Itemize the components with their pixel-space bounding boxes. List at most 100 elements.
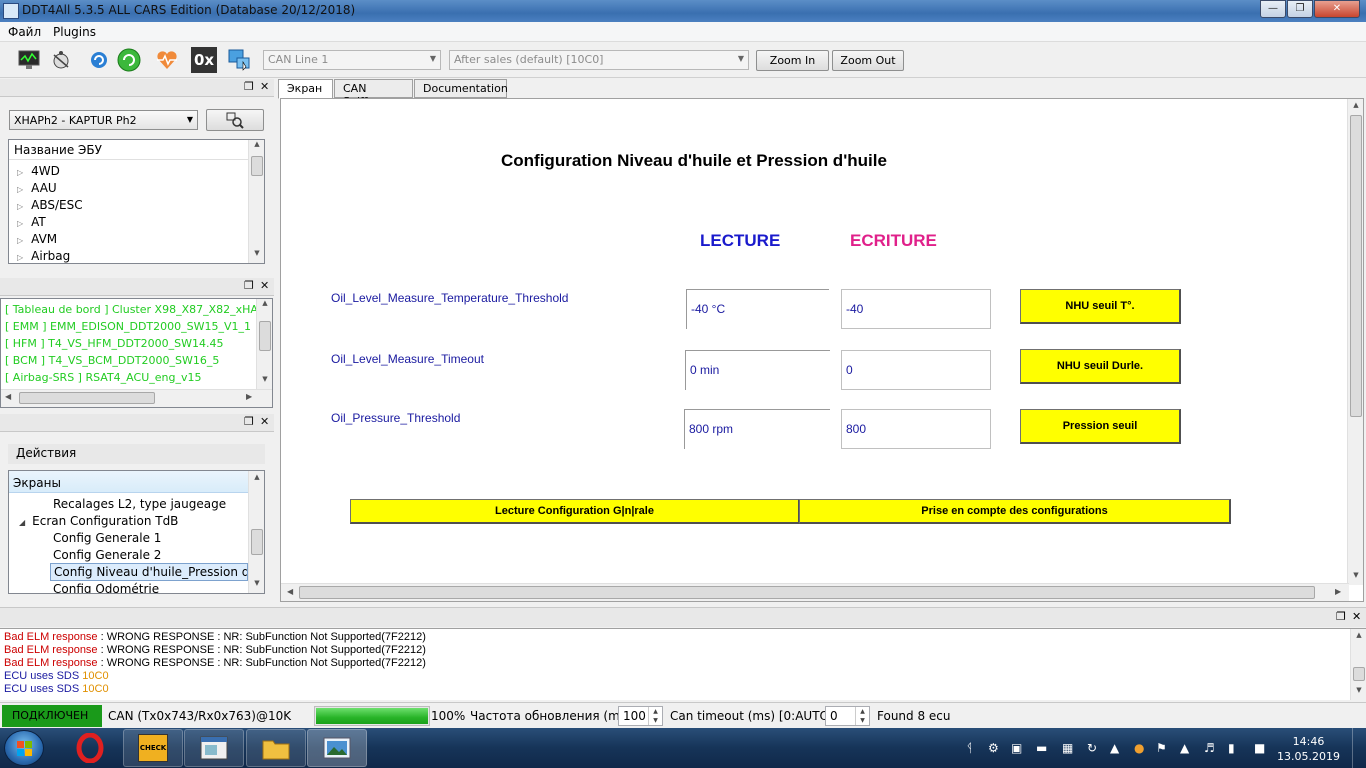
zoom-in-button[interactable]: Zoom In — [756, 50, 829, 71]
can-line-select[interactable]: CAN Line 1 ▼ — [263, 50, 441, 70]
list-item[interactable]: [ Tableau de bord ] Cluster X98_X87_X82_… — [5, 303, 272, 316]
nhu-seuil-duree-button[interactable]: NHU seuil Durle. — [1020, 349, 1181, 384]
close-icon[interactable]: ✕ — [260, 415, 269, 428]
bluetooth-icon[interactable]: ᛩ — [966, 741, 973, 755]
scroll-up-icon[interactable]: ▲ — [257, 299, 272, 313]
tree-item-airbag[interactable]: ▷ Airbag — [17, 249, 70, 263]
tray-app-icon[interactable]: ⚙ — [988, 741, 999, 755]
minimize-button[interactable]: — — [1260, 0, 1286, 18]
undock-icon[interactable]: ❐ — [244, 80, 254, 93]
scroll-thumb[interactable] — [251, 529, 263, 555]
scroll-thumb[interactable] — [19, 392, 155, 404]
tree-item-ecran-config[interactable]: ◢ Ecran Configuration TdB — [19, 514, 178, 528]
write-input[interactable]: 0 — [841, 350, 991, 390]
start-button[interactable] — [4, 730, 44, 766]
tab-screen[interactable]: Экран — [278, 79, 333, 99]
session-select[interactable]: After sales (default) [10C0] ▼ — [449, 50, 749, 70]
tree-item-config-niveau[interactable]: Config Niveau d'huile_Pression d'... — [50, 563, 248, 581]
list-item[interactable]: [ EMM ] EMM_EDISON_DDT2000_SW15_V1_1 — [5, 320, 251, 333]
log-scrollbar[interactable]: ▲ ▼ — [1350, 629, 1366, 700]
menu-file[interactable]: Файл — [8, 25, 41, 39]
nhu-seuil-temp-button[interactable]: NHU seuil T°. — [1020, 289, 1181, 324]
scroll-up-icon[interactable]: ▲ — [249, 473, 264, 487]
tray-monitor-icon[interactable]: ▣ — [1011, 741, 1022, 755]
connect-icon[interactable] — [116, 47, 142, 73]
refresh-stepper[interactable]: 100 ▲ ▼ — [618, 706, 663, 726]
scroll-up-icon[interactable]: ▲ — [1351, 631, 1366, 645]
scroll-down-icon[interactable]: ▼ — [249, 249, 264, 263]
refresh-icon[interactable] — [86, 47, 112, 73]
bug-icon[interactable] — [48, 47, 74, 73]
tree-item-config-odometrie[interactable]: Config Odométrie — [53, 582, 159, 593]
taskbar-explorer[interactable] — [246, 729, 306, 767]
timeout-stepper[interactable]: 0 ▲ ▼ — [825, 706, 870, 726]
taskbar-app[interactable] — [184, 729, 244, 767]
show-desktop-button[interactable] — [1352, 728, 1366, 768]
tree-item-config2[interactable]: Config Generale 2 — [53, 548, 161, 562]
undock-icon[interactable]: ❐ — [1336, 610, 1346, 623]
pression-seuil-button[interactable]: Pression seuil — [1020, 409, 1181, 444]
ecu-tree-scrollbar[interactable]: ▲ ▼ — [248, 140, 264, 263]
tree-item-recalages[interactable]: Recalages L2, type jaugeage — [53, 497, 226, 511]
clock[interactable]: 14:46 13.05.2019 — [1277, 734, 1340, 764]
lecture-config-button[interactable]: Lecture Configuration G|n|rale — [350, 499, 800, 524]
scroll-down-icon[interactable]: ▼ — [1348, 571, 1363, 585]
scroll-left-icon[interactable]: ◀ — [287, 587, 293, 596]
scroll-down-icon[interactable]: ▼ — [249, 579, 264, 593]
write-input[interactable]: 800 — [841, 409, 991, 449]
taskbar-ddt4all[interactable] — [307, 729, 367, 767]
scan-button[interactable] — [206, 109, 264, 131]
tree-item-config1[interactable]: Config Generale 1 — [53, 531, 161, 545]
power-icon[interactable]: ■ — [1254, 741, 1265, 755]
scroll-left-icon[interactable]: ◀ — [5, 392, 11, 401]
tray-orange-icon[interactable]: ● — [1134, 741, 1144, 755]
vehicle-select[interactable]: XHAPh2 - KAPTUR Ph2 ▼ — [9, 110, 198, 130]
tree-item-aau[interactable]: ▷ AAU — [17, 181, 57, 195]
tab-can-sniffer[interactable]: CAN Sniffer — [334, 79, 413, 108]
scroll-right-icon[interactable]: ▶ — [246, 392, 252, 401]
list-item[interactable]: [ Airbag-SRS ] RSAT4_ACU_eng_v15 — [5, 371, 201, 384]
close-icon[interactable]: ✕ — [1352, 610, 1361, 623]
scroll-thumb[interactable] — [251, 156, 263, 176]
tree-item-abs[interactable]: ▷ ABS/ESC — [17, 198, 83, 212]
scroll-thumb[interactable] — [259, 321, 271, 351]
collapse-icon[interactable]: ◢ — [19, 518, 25, 527]
close-icon[interactable]: ✕ — [260, 80, 269, 93]
menu-plugins[interactable]: Plugins — [53, 25, 96, 39]
flag-icon[interactable]: ⚑ — [1156, 741, 1167, 755]
tree-item-4wd[interactable]: ▷ 4WD — [17, 164, 60, 178]
list-item[interactable]: [ BCM ] T4_VS_BCM_DDT2000_SW16_5 — [5, 354, 219, 367]
close-icon[interactable]: ✕ — [260, 279, 269, 292]
volume-icon[interactable]: ♬ — [1204, 741, 1215, 755]
scroll-up-icon[interactable]: ▲ — [249, 140, 264, 154]
tree-item-avm[interactable]: ▷ AVM — [17, 232, 57, 246]
zoom-out-button[interactable]: Zoom Out — [832, 50, 904, 71]
tree-item-at[interactable]: ▷ AT — [17, 215, 46, 229]
scroll-down-icon[interactable]: ▼ — [257, 375, 272, 389]
found-ecu-scrollbar[interactable]: ▲ ▼ — [256, 299, 272, 389]
tab-documentation[interactable]: Documentation — [414, 79, 508, 98]
scroll-right-icon[interactable]: ▶ — [1335, 587, 1341, 596]
signal-icon[interactable]: ▲ — [1180, 741, 1189, 755]
screen-vscrollbar[interactable]: ▲ ▼ — [1347, 99, 1363, 585]
tray-network-icon[interactable]: ▦ — [1062, 741, 1073, 755]
heart-monitor-icon[interactable] — [154, 47, 180, 73]
monitor-icon[interactable] — [16, 47, 42, 73]
scroll-down-icon[interactable]: ▼ — [1351, 686, 1366, 700]
prise-compte-button[interactable]: Prise en compte des configurations — [799, 499, 1231, 524]
tray-shield-icon[interactable]: ▲ — [1110, 741, 1119, 755]
undock-icon[interactable]: ❐ — [244, 279, 254, 292]
write-input[interactable]: -40 — [841, 289, 991, 329]
hex-icon[interactable]: 0x — [191, 47, 217, 73]
screens-tree-scrollbar[interactable]: ▲ ▼ — [248, 471, 264, 593]
found-ecu-hscrollbar[interactable]: ◀ ▶ — [1, 389, 272, 407]
stepper-arrows-icon[interactable]: ▲ ▼ — [648, 707, 662, 725]
scroll-thumb[interactable] — [1350, 115, 1362, 417]
undock-icon[interactable]: ❐ — [244, 415, 254, 428]
list-item[interactable]: [ HFM ] T4_VS_HFM_DDT2000_SW14.45 — [5, 337, 223, 350]
screen-hscrollbar[interactable]: ◀ ▶ — [281, 583, 1349, 601]
maximize-button[interactable]: ❐ — [1287, 0, 1313, 18]
taskbar-check[interactable]: CHECK — [123, 729, 183, 767]
network-icon[interactable] — [226, 47, 252, 73]
scroll-up-icon[interactable]: ▲ — [1348, 101, 1363, 115]
